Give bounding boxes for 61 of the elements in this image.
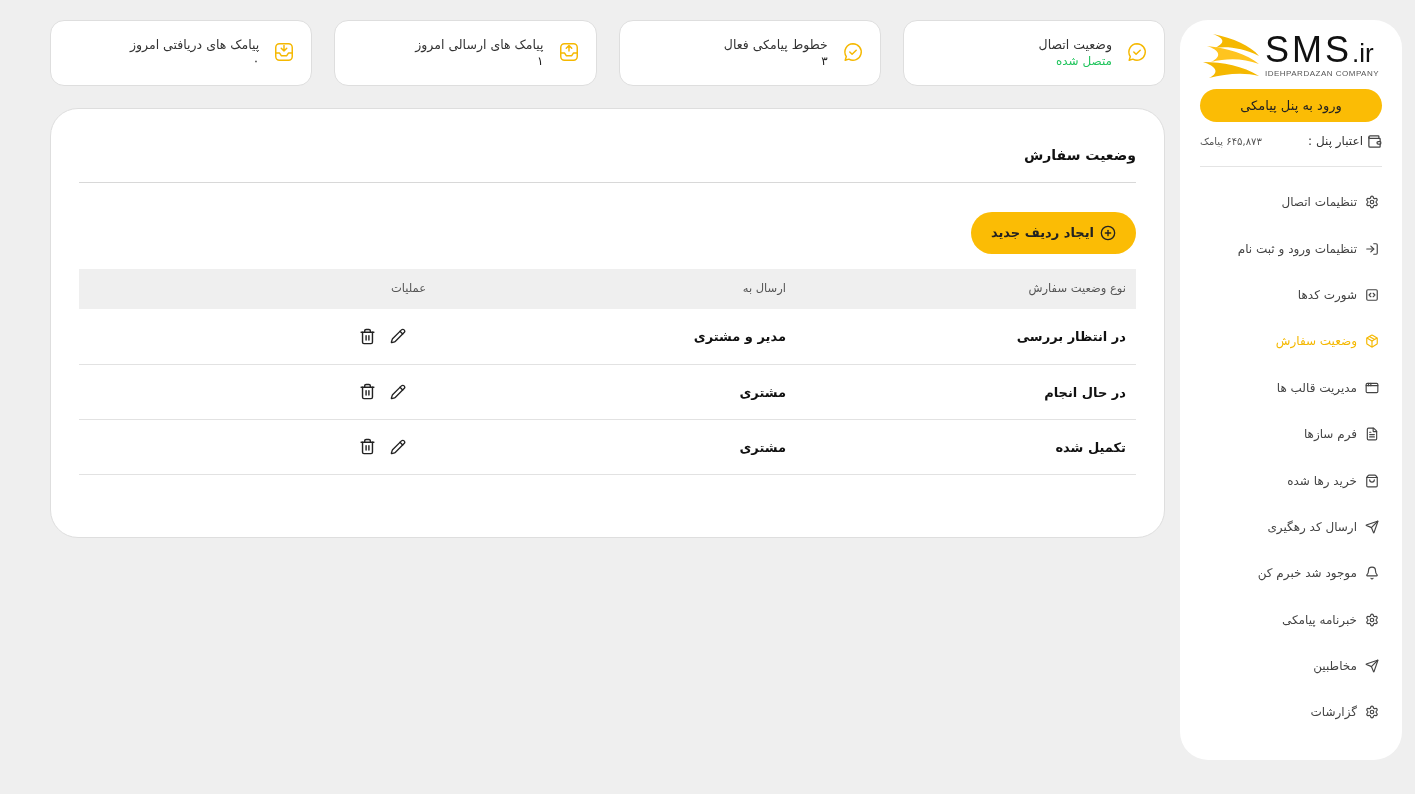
stat-label: وضعیت اتصال bbox=[1038, 36, 1112, 53]
stat-label: خطوط پیامکی فعال bbox=[723, 36, 828, 53]
plus-circle-icon bbox=[1100, 225, 1116, 241]
table-cell: در انتظار بررسی bbox=[1016, 329, 1126, 345]
sidebar-item[interactable]: موجود شد خبرم کن bbox=[1200, 550, 1379, 597]
gear-icon bbox=[1365, 195, 1379, 210]
add-row-button[interactable]: ایجاد ردیف جدید bbox=[970, 212, 1136, 254]
sidebar-item[interactable]: تنظیمات ورود و ثبت نام bbox=[1200, 225, 1379, 272]
panel-title: وضعیت سفارش bbox=[79, 145, 1136, 183]
logo-wordmark: SMS bbox=[1264, 32, 1352, 68]
stat-value: ۱ bbox=[536, 53, 544, 69]
check-bubble-icon bbox=[841, 41, 864, 63]
stat-label: پیامک های دریافتی امروز bbox=[130, 36, 260, 53]
edit-icon[interactable] bbox=[390, 438, 406, 455]
delete-icon[interactable] bbox=[359, 383, 376, 400]
bag-icon bbox=[1365, 473, 1379, 488]
sidebar-item[interactable]: مخاطبین bbox=[1200, 642, 1379, 690]
tray-upload-icon bbox=[557, 41, 580, 63]
gear-icon bbox=[1365, 705, 1379, 720]
edit-icon[interactable] bbox=[390, 328, 406, 345]
sidebar-item[interactable]: مدیریت قالب ها bbox=[1200, 364, 1379, 411]
table-cell: در حال انجام bbox=[1044, 384, 1126, 400]
delete-icon[interactable] bbox=[359, 438, 376, 455]
sidebar-item[interactable]: گزارشات bbox=[1200, 689, 1379, 736]
table-cell: مشتری bbox=[739, 384, 786, 400]
table-cell: مدیر و مشتری bbox=[693, 329, 786, 345]
sidebar-item[interactable]: خرید رها شده bbox=[1200, 457, 1379, 504]
delete-icon[interactable] bbox=[359, 327, 376, 345]
column-header: ارسال به bbox=[426, 269, 786, 309]
paper-plane-icon bbox=[1365, 659, 1379, 674]
logo-suffix: .ir bbox=[1351, 38, 1374, 68]
sidebar-item[interactable]: فرم سازها bbox=[1200, 410, 1379, 458]
code-icon bbox=[1365, 287, 1379, 302]
credit-label: اعتبار پنل : bbox=[1308, 133, 1363, 150]
table-cell: مشتری bbox=[739, 439, 786, 455]
check-bubble-icon bbox=[1126, 41, 1148, 63]
stat-value: ۰ bbox=[251, 53, 260, 69]
sidebar-item[interactable]: تنظیمات اتصال bbox=[1200, 179, 1379, 226]
logo-tagline: IDEHPARDAZAN COMPANY bbox=[1264, 68, 1380, 80]
login-panel-button[interactable]: ورود به پنل پیامکی bbox=[1200, 89, 1382, 122]
box-icon bbox=[1365, 334, 1379, 349]
window-icon bbox=[1365, 380, 1379, 395]
sidebar-item[interactable]: شورت کدها bbox=[1200, 271, 1379, 319]
tray-download-icon bbox=[273, 41, 296, 63]
gear-icon bbox=[1365, 612, 1379, 627]
login-icon bbox=[1365, 241, 1379, 256]
document-icon bbox=[1365, 427, 1379, 442]
column-header: نوع وضعیت سفارش bbox=[786, 269, 1136, 309]
paper-plane-icon bbox=[1365, 519, 1379, 534]
column-header: عملیات bbox=[79, 269, 426, 309]
credit-value: ۶۴۵,۸۷۳ پیامک bbox=[1200, 134, 1262, 149]
sidebar-item[interactable]: ارسال کد رهگیری bbox=[1200, 503, 1379, 551]
table-cell: تکمیل شده bbox=[1055, 439, 1126, 455]
bell-icon bbox=[1365, 566, 1379, 581]
stat-label: پیامک های ارسالی امروز bbox=[415, 36, 544, 53]
stat-value: متصل شده bbox=[1055, 53, 1112, 69]
stat-value: ۳ bbox=[820, 53, 828, 69]
edit-icon[interactable] bbox=[390, 383, 406, 400]
wallet-icon bbox=[1367, 133, 1382, 149]
wing-logo-icon bbox=[1202, 32, 1261, 80]
sidebar-item[interactable]: خبرنامه پیامکی bbox=[1200, 596, 1379, 643]
